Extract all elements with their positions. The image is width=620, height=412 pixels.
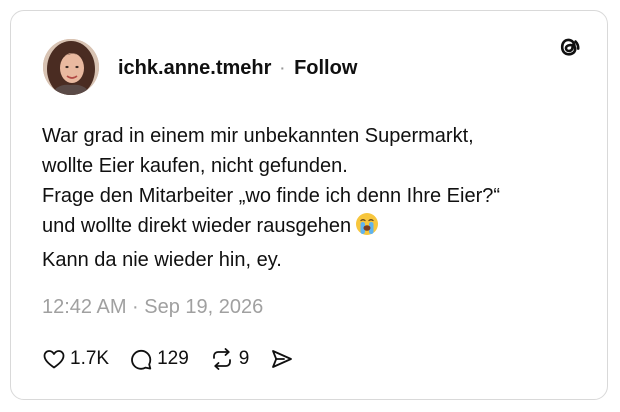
post-timestamp[interactable]: 12:42 AM · Sep 19, 2026: [42, 296, 263, 319]
post-text-line: War grad in einem mir unbekannten Superm…: [42, 125, 474, 147]
share-button[interactable]: [269, 347, 295, 371]
avatar[interactable]: [43, 39, 99, 95]
heart-icon: [42, 347, 66, 371]
post-text-line: Kann da nie wieder hin, ey.: [42, 249, 282, 271]
comment-bubble-icon: [129, 347, 153, 371]
post-text-line: und wollte direkt wieder rausgehen: [42, 215, 352, 237]
post-card: ichk.anne.tmehr · Follow War grad in ein…: [10, 10, 608, 400]
repost-button[interactable]: 9: [209, 347, 250, 371]
threads-logo-icon[interactable]: [555, 33, 583, 61]
follow-button[interactable]: Follow: [294, 57, 357, 80]
reply-count: 129: [157, 348, 189, 369]
send-icon: [269, 347, 295, 371]
header-separator: ·: [280, 60, 286, 76]
action-bar: 1.7K 129 9: [42, 345, 315, 373]
like-count: 1.7K: [70, 348, 110, 369]
post-text-line: Frage den Mitarbeiter „wo finde ich denn…: [42, 185, 501, 207]
repost-icon: [209, 347, 235, 371]
crying-face-emoji-icon: [355, 212, 379, 245]
post-text-line: wollte Eier kaufen, nicht gefunden.: [42, 155, 348, 177]
post-text-line-with-emoji: und wollte direkt wieder rausgehen: [42, 211, 587, 245]
post-header: ichk.anne.tmehr · Follow: [118, 55, 357, 81]
repost-count: 9: [238, 348, 250, 369]
reply-button[interactable]: 129: [129, 347, 189, 371]
post-body: War grad in einem mir unbekannten Superm…: [42, 121, 587, 275]
like-button[interactable]: 1.7K: [42, 347, 109, 371]
username[interactable]: ichk.anne.tmehr: [118, 57, 271, 80]
